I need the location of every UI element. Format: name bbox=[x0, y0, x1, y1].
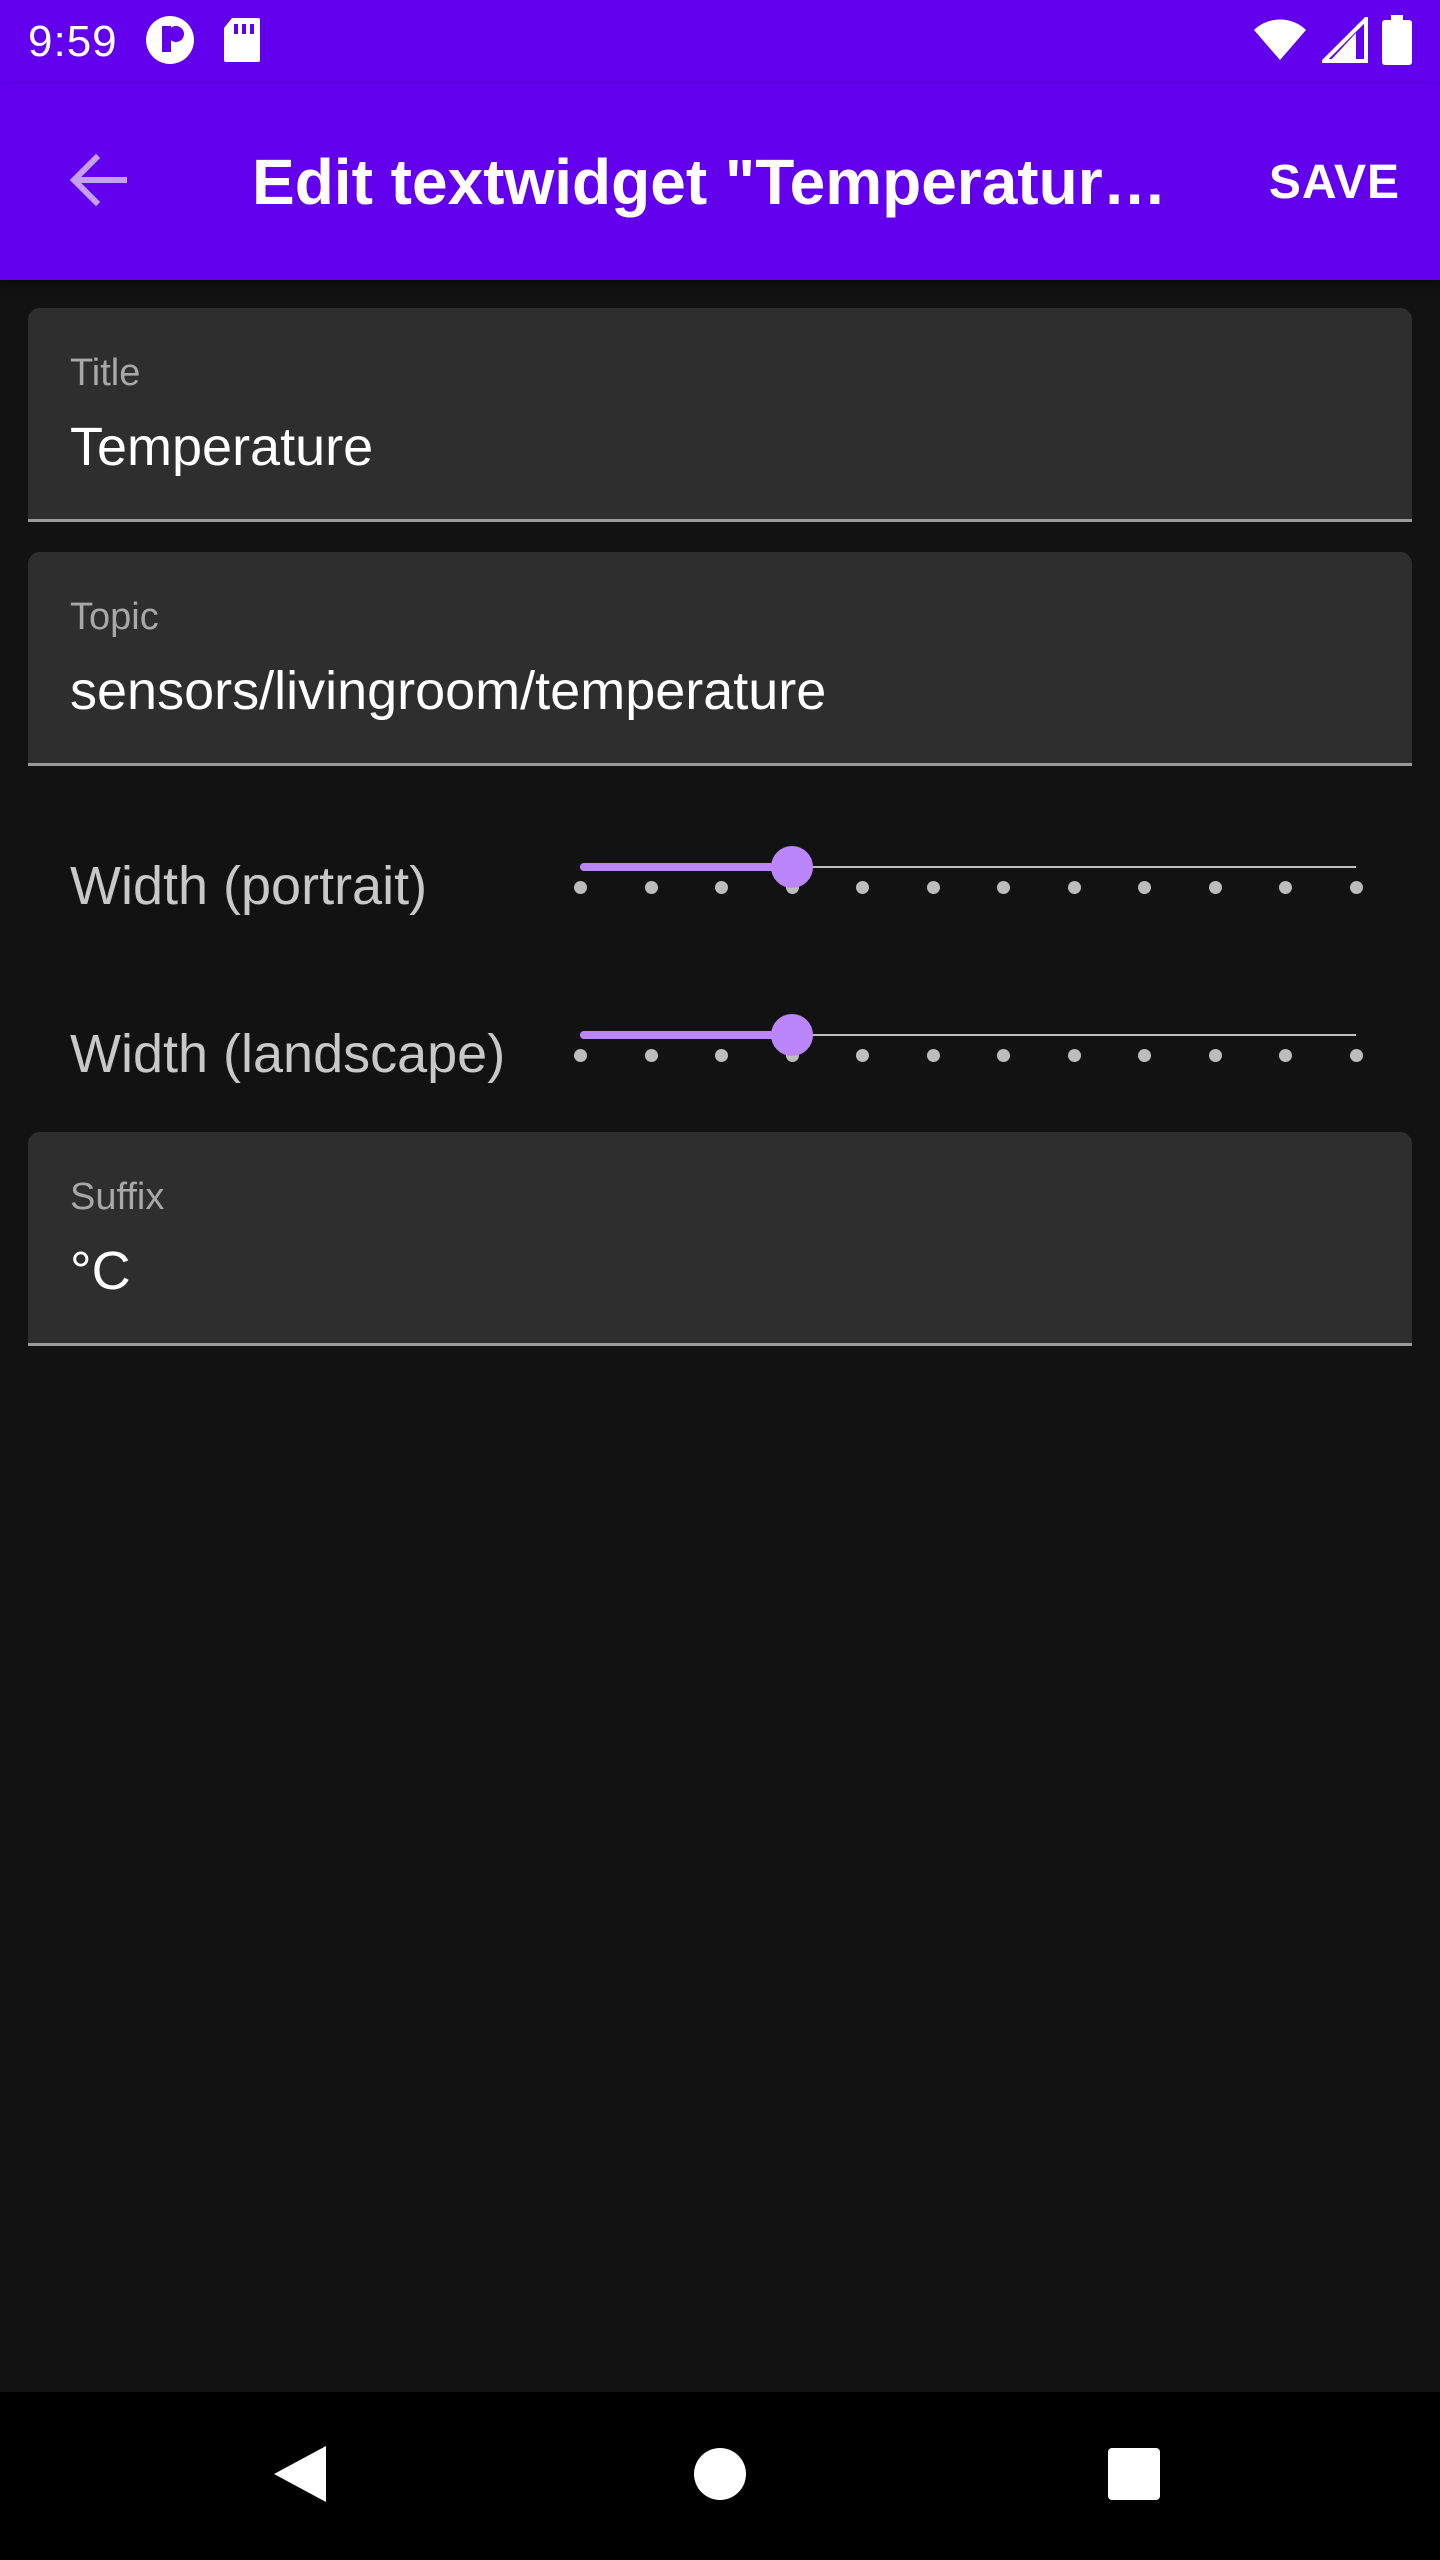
slider-track-active bbox=[580, 1031, 792, 1039]
topic-field-value[interactable]: sensors/livingroom/temperature bbox=[70, 660, 826, 722]
status-bar: 9:59 bbox=[0, 0, 1440, 84]
system-nav-bar bbox=[0, 2392, 1440, 2560]
nav-recents-button[interactable] bbox=[1050, 2392, 1218, 2560]
arrow-back-icon bbox=[66, 148, 130, 217]
cell-signal-icon bbox=[1319, 13, 1368, 68]
nav-home-icon bbox=[692, 2446, 748, 2507]
nav-recents-icon bbox=[1106, 2446, 1162, 2507]
suffix-field[interactable]: Suffix °C bbox=[28, 1132, 1412, 1346]
slider-tick bbox=[1350, 1049, 1363, 1062]
slider-tick bbox=[644, 881, 658, 894]
battery-icon bbox=[1382, 14, 1412, 70]
slider-thumb[interactable] bbox=[770, 846, 813, 888]
width-landscape-row: Width (landscape) bbox=[0, 994, 1440, 1114]
page-title: Edit textwidget "Temperatur… bbox=[252, 146, 1167, 218]
width-landscape-label: Width (landscape) bbox=[70, 1024, 506, 1084]
app-notification-icon bbox=[144, 14, 196, 71]
slider-thumb[interactable] bbox=[770, 1014, 813, 1056]
slider-tick bbox=[997, 881, 1011, 894]
nav-back-icon bbox=[270, 2442, 330, 2511]
back-button[interactable] bbox=[28, 112, 168, 252]
status-time: 9:59 bbox=[28, 17, 118, 66]
slider-track-active bbox=[580, 863, 792, 871]
width-portrait-slider[interactable] bbox=[574, 826, 1363, 946]
title-field[interactable]: Title Temperature bbox=[28, 308, 1412, 522]
nav-home-button[interactable] bbox=[636, 2392, 804, 2560]
wifi-icon bbox=[1252, 18, 1308, 67]
width-landscape-slider[interactable] bbox=[574, 994, 1363, 1114]
topic-field[interactable]: Topic sensors/livingroom/temperature bbox=[28, 552, 1412, 766]
slider-tick bbox=[574, 1049, 587, 1062]
slider-tick bbox=[644, 1049, 658, 1062]
slider-tick bbox=[1279, 1049, 1293, 1062]
slider-tick bbox=[1208, 1049, 1222, 1062]
slider-tick bbox=[856, 1049, 870, 1062]
slider-tick bbox=[926, 881, 940, 894]
slider-tick bbox=[1067, 1049, 1081, 1062]
width-portrait-row: Width (portrait) bbox=[0, 826, 1440, 946]
slider-tick bbox=[715, 1049, 729, 1062]
width-portrait-label: Width (portrait) bbox=[70, 856, 428, 916]
app-bar: Edit textwidget "Temperatur… SAVE bbox=[0, 84, 1440, 280]
slider-tick bbox=[997, 1049, 1011, 1062]
topic-field-label: Topic bbox=[70, 596, 159, 638]
slider-tick bbox=[1138, 1049, 1152, 1062]
suffix-field-value[interactable]: °C bbox=[70, 1240, 131, 1302]
slider-tick bbox=[574, 881, 587, 894]
title-field-label: Title bbox=[70, 352, 141, 394]
slider-tick bbox=[1138, 881, 1152, 894]
nav-back-button[interactable] bbox=[216, 2392, 384, 2560]
slider-tick bbox=[1208, 881, 1222, 894]
slider-tick bbox=[856, 881, 870, 894]
sd-card-icon bbox=[222, 16, 262, 69]
title-field-value[interactable]: Temperature bbox=[70, 416, 373, 478]
slider-tick bbox=[926, 1049, 940, 1062]
save-button[interactable]: SAVE bbox=[1269, 84, 1400, 280]
suffix-field-label: Suffix bbox=[70, 1176, 165, 1218]
slider-tick bbox=[1279, 881, 1293, 894]
slider-tick bbox=[715, 881, 729, 894]
slider-tick bbox=[1067, 881, 1081, 894]
slider-tick bbox=[1350, 881, 1363, 894]
